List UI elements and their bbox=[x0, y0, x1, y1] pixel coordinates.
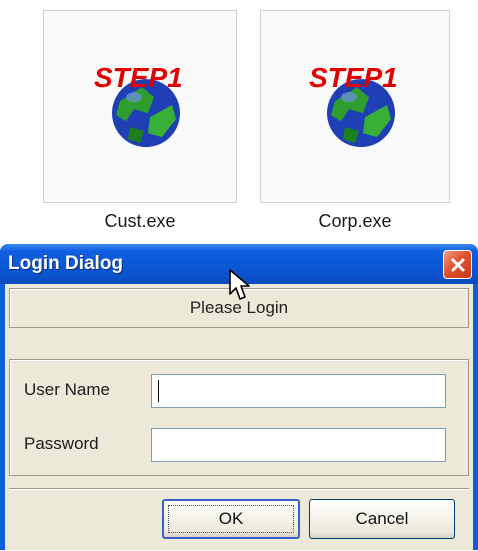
file-tile[interactable]: STEP1 bbox=[43, 10, 237, 203]
button-bar: OK Cancel bbox=[9, 488, 469, 551]
password-input[interactable] bbox=[151, 428, 446, 462]
file-tile[interactable]: STEP1 bbox=[260, 10, 450, 203]
step1-text: STEP1 bbox=[309, 62, 398, 93]
ok-button[interactable]: OK bbox=[162, 499, 300, 539]
file-name[interactable]: Corp.exe bbox=[260, 211, 450, 232]
close-button[interactable] bbox=[443, 250, 472, 279]
file-name[interactable]: Cust.exe bbox=[43, 211, 237, 232]
focus-rect bbox=[168, 505, 294, 533]
step1-globe-icon: STEP1 bbox=[309, 62, 398, 147]
dialog-title: Login Dialog bbox=[8, 253, 124, 274]
mouse-pointer-icon bbox=[229, 269, 250, 300]
close-icon bbox=[451, 258, 464, 271]
file-corp-exe[interactable]: STEP1 Corp.exe bbox=[260, 10, 450, 232]
username-label: User Name bbox=[24, 380, 110, 399]
step1-text: STEP1 bbox=[94, 62, 183, 93]
username-row: User Name bbox=[10, 374, 468, 408]
password-label: Password bbox=[24, 434, 99, 453]
cancel-button-label: Cancel bbox=[355, 509, 409, 528]
login-form: User Name Password bbox=[9, 359, 469, 476]
password-row: Password bbox=[10, 428, 468, 462]
file-cust-exe[interactable]: STEP1 Cust.exe bbox=[43, 10, 237, 232]
text-caret bbox=[158, 380, 159, 402]
dialog-body: Please Login User Name Password OK Cance… bbox=[5, 284, 473, 550]
username-input[interactable] bbox=[151, 374, 446, 408]
cancel-button[interactable]: Cancel bbox=[309, 499, 455, 539]
step1-globe-icon: STEP1 bbox=[94, 62, 183, 147]
